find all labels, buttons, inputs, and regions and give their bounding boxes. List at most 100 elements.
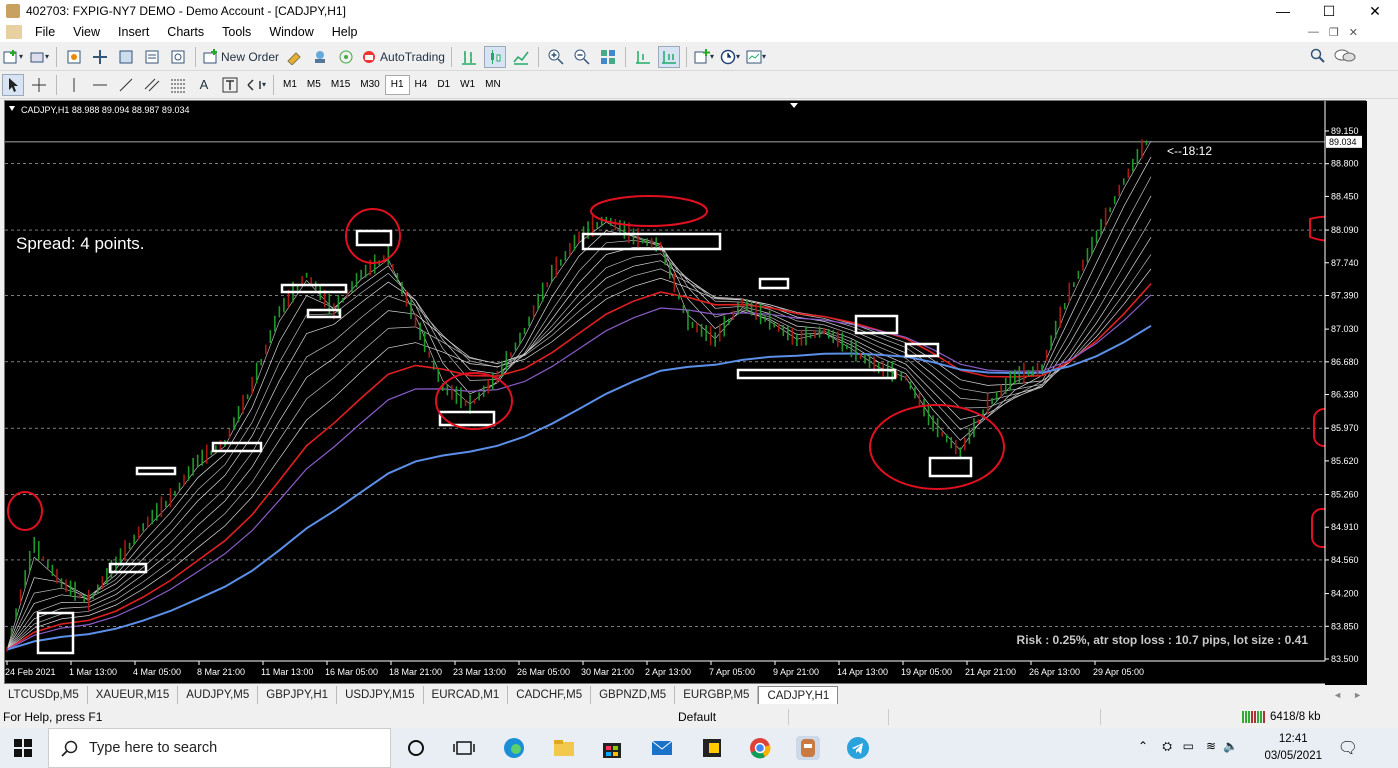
periods-clock-icon[interactable]: ▾ (719, 46, 741, 68)
menu-insert[interactable]: Insert (109, 25, 158, 39)
price-tick-label: 85.260 (1331, 490, 1359, 500)
child-minimize-icon[interactable]: — (1308, 26, 1319, 39)
arrows-icon[interactable]: ▾ (245, 74, 267, 96)
tab-cadjpy[interactable]: CADJPY,H1 (758, 686, 839, 704)
tab-eurcad[interactable]: EURCAD,M1 (424, 686, 509, 704)
tf-h4[interactable]: H4 (410, 75, 433, 95)
candlestick-icon[interactable] (483, 45, 506, 68)
chat-icon[interactable] (1334, 48, 1356, 67)
child-restore-icon[interactable]: ❐ (1329, 26, 1339, 39)
horizontal-line-icon[interactable] (89, 74, 111, 96)
menu-charts[interactable]: Charts (158, 25, 213, 39)
tab-xaueur[interactable]: XAUEUR,M15 (88, 686, 179, 704)
data-window-button[interactable] (89, 46, 111, 68)
menu-window[interactable]: Window (260, 25, 322, 39)
menu-view[interactable]: View (64, 25, 109, 39)
close-button[interactable]: ✕ (1352, 0, 1398, 22)
battery-icon[interactable]: ▭ (1183, 739, 1194, 753)
tf-m30[interactable]: M30 (355, 75, 384, 95)
menu-tools[interactable]: Tools (213, 25, 260, 39)
cursor-icon[interactable] (2, 73, 24, 96)
tab-ltcusdp[interactable]: LTCUSDp,M5 (0, 686, 88, 704)
metaeditor-button[interactable] (283, 46, 305, 68)
market-watch-button[interactable] (63, 46, 85, 68)
profiles-button[interactable]: ▾ (28, 46, 50, 68)
tab-usdjpy[interactable]: USDJPY,M15 (337, 686, 424, 704)
strategy-tester-button[interactable] (167, 46, 189, 68)
text-label-icon[interactable] (219, 74, 241, 96)
time-tick-label: 18 Mar 21:00 (389, 667, 442, 677)
spread-text: Spread: 4 points. (16, 234, 145, 253)
chart-shift-icon[interactable] (632, 46, 654, 68)
vertical-line-icon[interactable] (63, 74, 85, 96)
wifi-icon[interactable]: ≋ (1206, 739, 1216, 753)
mail-icon[interactable] (650, 736, 674, 760)
tile-windows-icon[interactable] (597, 46, 619, 68)
tab-gbpnzd[interactable]: GBPNZD,M5 (591, 686, 676, 704)
ema-ribbon-line (6, 254, 1152, 650)
tab-gbpjpy[interactable]: GBPJPY,H1 (258, 686, 338, 704)
terminal-button[interactable] (141, 46, 163, 68)
tf-m1[interactable]: M1 (278, 75, 302, 95)
zoom-in-icon[interactable] (545, 46, 567, 68)
bar-chart-icon[interactable] (458, 46, 480, 68)
child-close-icon[interactable]: ✕ (1349, 26, 1358, 39)
taskbar-clock[interactable]: 12:41 03/05/2021 (1264, 731, 1322, 765)
taskbar-search-box[interactable]: Type here to search (48, 728, 391, 768)
task-view-icon[interactable] (452, 736, 476, 760)
tab-audjpy[interactable]: AUDJPY,M5 (178, 686, 259, 704)
menu-file[interactable]: File (26, 25, 64, 39)
new-order-button[interactable]: New Order (202, 46, 279, 68)
edge-icon[interactable] (502, 736, 526, 760)
chart-window[interactable]: 89.150 88.800 88.450 88.090 87.740 87.390 87.0… (4, 100, 1367, 685)
chart-menu-arrow[interactable] (9, 106, 15, 111)
store-icon[interactable] (600, 736, 624, 760)
price-chart[interactable]: 89.150 88.800 88.450 88.090 87.740 87.390 87.0… (5, 101, 1367, 685)
tab-eurgbp[interactable]: EURGBP,M5 (675, 686, 759, 704)
chart-shift-marker[interactable] (790, 103, 798, 108)
signals-button[interactable] (309, 46, 331, 68)
time-tick-label: 21 Apr 21:00 (965, 667, 1016, 677)
sticky-notes-icon[interactable] (700, 736, 724, 760)
tf-h1[interactable]: H1 (384, 74, 410, 95)
autotrading-button[interactable]: AutoTrading (361, 46, 445, 68)
tf-w1[interactable]: W1 (455, 75, 480, 95)
cortana-icon[interactable] (404, 736, 428, 760)
metatrader-icon[interactable] (796, 736, 820, 760)
notifications-icon[interactable]: 🗨 (1338, 738, 1358, 758)
crosshair-icon[interactable] (28, 74, 50, 96)
new-chart-button[interactable]: ▾ (2, 46, 24, 68)
search-icon[interactable] (1310, 48, 1326, 67)
tab-scroll-left-icon[interactable]: ◄ (1333, 690, 1342, 700)
equidistant-channel-icon[interactable] (141, 74, 163, 96)
text-icon[interactable]: A (193, 74, 215, 96)
autoscroll-icon[interactable] (657, 45, 680, 68)
tf-mn[interactable]: MN (480, 75, 506, 95)
chrome-icon[interactable] (748, 736, 772, 760)
tab-scroll-right-icon[interactable]: ► (1353, 690, 1362, 700)
minimize-button[interactable]: — (1260, 0, 1306, 22)
radio-icon[interactable] (335, 46, 357, 68)
trendline-icon[interactable] (115, 74, 137, 96)
templates-icon[interactable]: ▾ (745, 46, 767, 68)
ema-ribbon-line (6, 176, 1152, 650)
menu-help[interactable]: Help (323, 25, 367, 39)
tf-d1[interactable]: D1 (432, 75, 455, 95)
tab-cadchf[interactable]: CADCHF,M5 (508, 686, 592, 704)
windows-start-icon[interactable] (14, 739, 32, 760)
tf-m5[interactable]: M5 (302, 75, 326, 95)
tray-app-icon[interactable]: ⛭ (1162, 739, 1172, 754)
time-tick-label: 9 Apr 21:00 (773, 667, 819, 677)
navigator-button[interactable] (115, 46, 137, 68)
fibonacci-icon[interactable] (167, 74, 189, 96)
annotation-box (736, 368, 897, 380)
file-explorer-icon[interactable] (552, 736, 576, 760)
tf-m15[interactable]: M15 (326, 75, 355, 95)
zoom-out-icon[interactable] (571, 46, 593, 68)
line-chart-icon[interactable] (510, 46, 532, 68)
telegram-icon[interactable] (846, 736, 870, 760)
maximize-button[interactable]: ☐ (1306, 0, 1352, 22)
indicators-icon[interactable]: ▾ (693, 46, 715, 68)
tray-overflow-icon[interactable]: ⌃ (1138, 739, 1148, 753)
volume-icon[interactable]: 🔈 (1223, 739, 1238, 753)
